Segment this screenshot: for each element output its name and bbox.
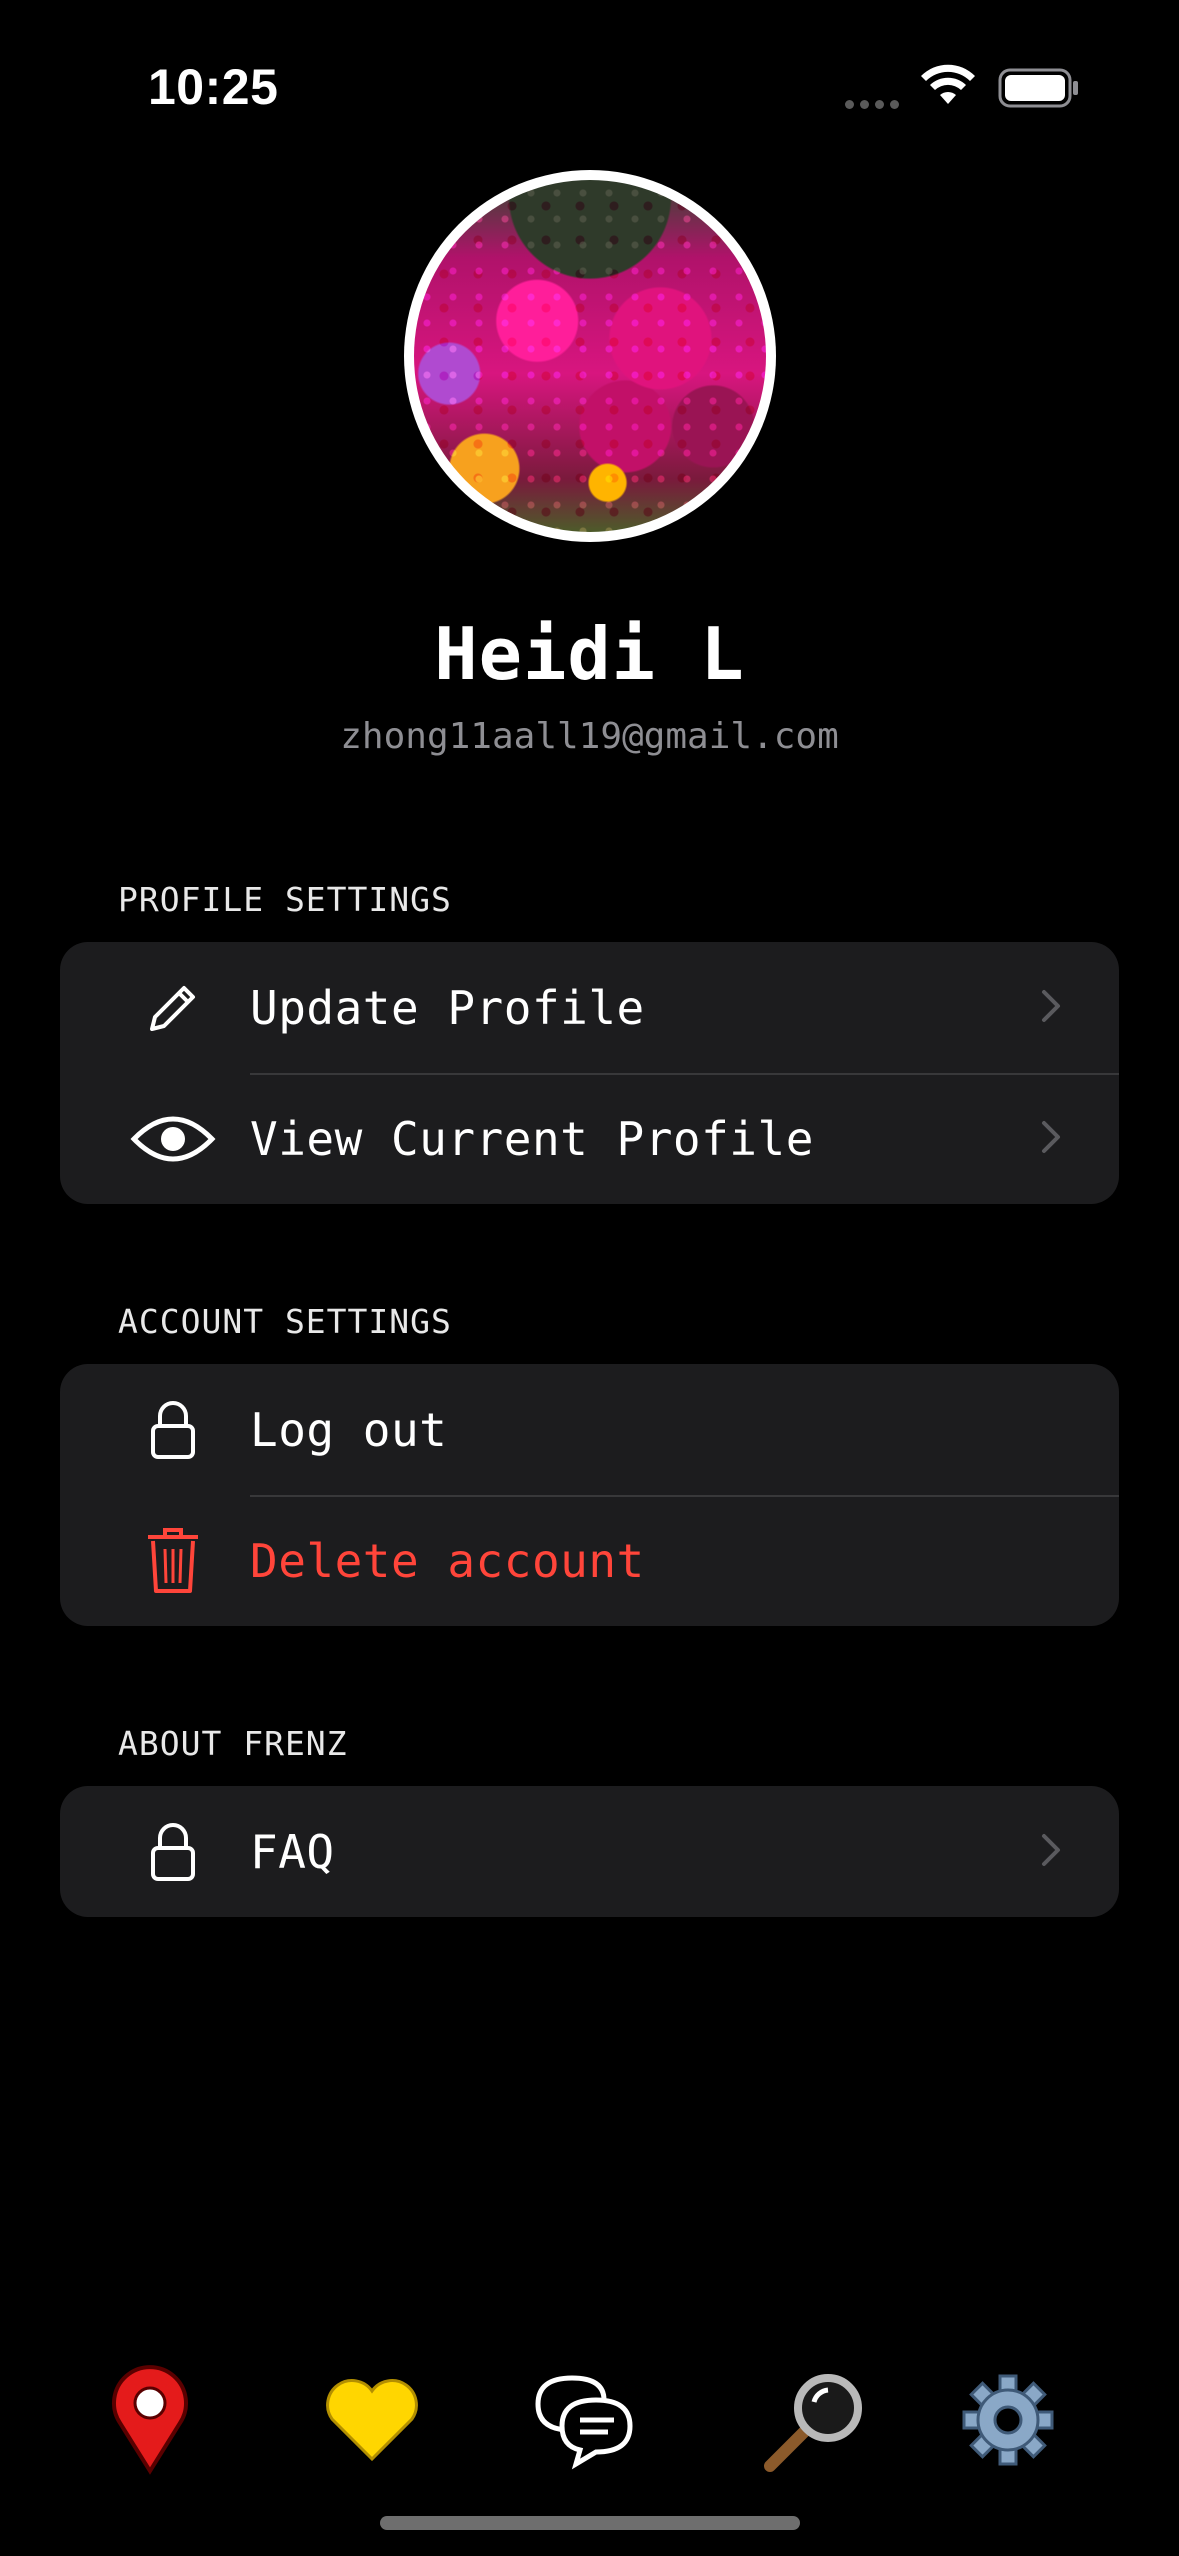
chevron-right-icon	[1041, 989, 1061, 1027]
lock-icon	[128, 1807, 218, 1897]
cellular-signal-icon	[845, 94, 905, 113]
eye-icon	[128, 1094, 218, 1184]
profile-name: Heidi L	[434, 612, 745, 696]
tab-bar	[0, 2340, 1179, 2500]
avatar-photo	[414, 180, 766, 532]
tab-chat[interactable]	[524, 2360, 644, 2480]
update-profile-row[interactable]: Update Profile	[60, 942, 1119, 1073]
section-title-profile-settings: PROFILE SETTINGS	[118, 880, 452, 919]
magnifier-icon	[764, 2374, 862, 2472]
chevron-right-icon	[1041, 1120, 1061, 1158]
tab-search[interactable]	[756, 2360, 876, 2480]
faq-label: FAQ	[250, 1824, 335, 1879]
view-current-profile-label: View Current Profile	[250, 1111, 814, 1166]
chevron-right-icon	[1041, 1833, 1061, 1871]
account-settings-card: Log out Delete account	[60, 1364, 1119, 1626]
home-indicator	[380, 2516, 800, 2530]
pencil-icon	[128, 963, 218, 1053]
delete-account-label: Delete account	[250, 1533, 645, 1588]
tab-likes[interactable]	[312, 2360, 432, 2480]
gear-icon	[962, 2374, 1054, 2466]
battery-icon	[998, 68, 1080, 112]
log-out-row[interactable]: Log out	[60, 1364, 1119, 1495]
faq-row[interactable]: FAQ	[60, 1786, 1119, 1917]
lock-icon	[128, 1385, 218, 1475]
view-current-profile-row[interactable]: View Current Profile	[60, 1073, 1119, 1204]
status-bar: 10:25	[0, 0, 1179, 170]
about-card: FAQ	[60, 1786, 1119, 1917]
map-pin-icon	[112, 2365, 188, 2475]
wifi-icon	[920, 64, 976, 110]
section-title-about: ABOUT FRENZ	[118, 1724, 348, 1763]
profile-email: zhong11aall19@gmail.com	[340, 716, 839, 757]
profile-avatar[interactable]	[404, 170, 776, 542]
profile-settings-card: Update Profile View Current Profile	[60, 942, 1119, 1204]
tab-map[interactable]	[90, 2360, 210, 2480]
update-profile-label: Update Profile	[250, 980, 645, 1035]
heart-icon	[326, 2379, 418, 2462]
log-out-label: Log out	[250, 1402, 448, 1457]
section-title-account-settings: ACCOUNT SETTINGS	[118, 1302, 452, 1341]
chat-icon	[535, 2375, 633, 2470]
trash-icon	[128, 1516, 218, 1606]
status-time: 10:25	[148, 59, 279, 115]
tab-settings[interactable]	[948, 2360, 1068, 2480]
delete-account-row[interactable]: Delete account	[60, 1495, 1119, 1626]
